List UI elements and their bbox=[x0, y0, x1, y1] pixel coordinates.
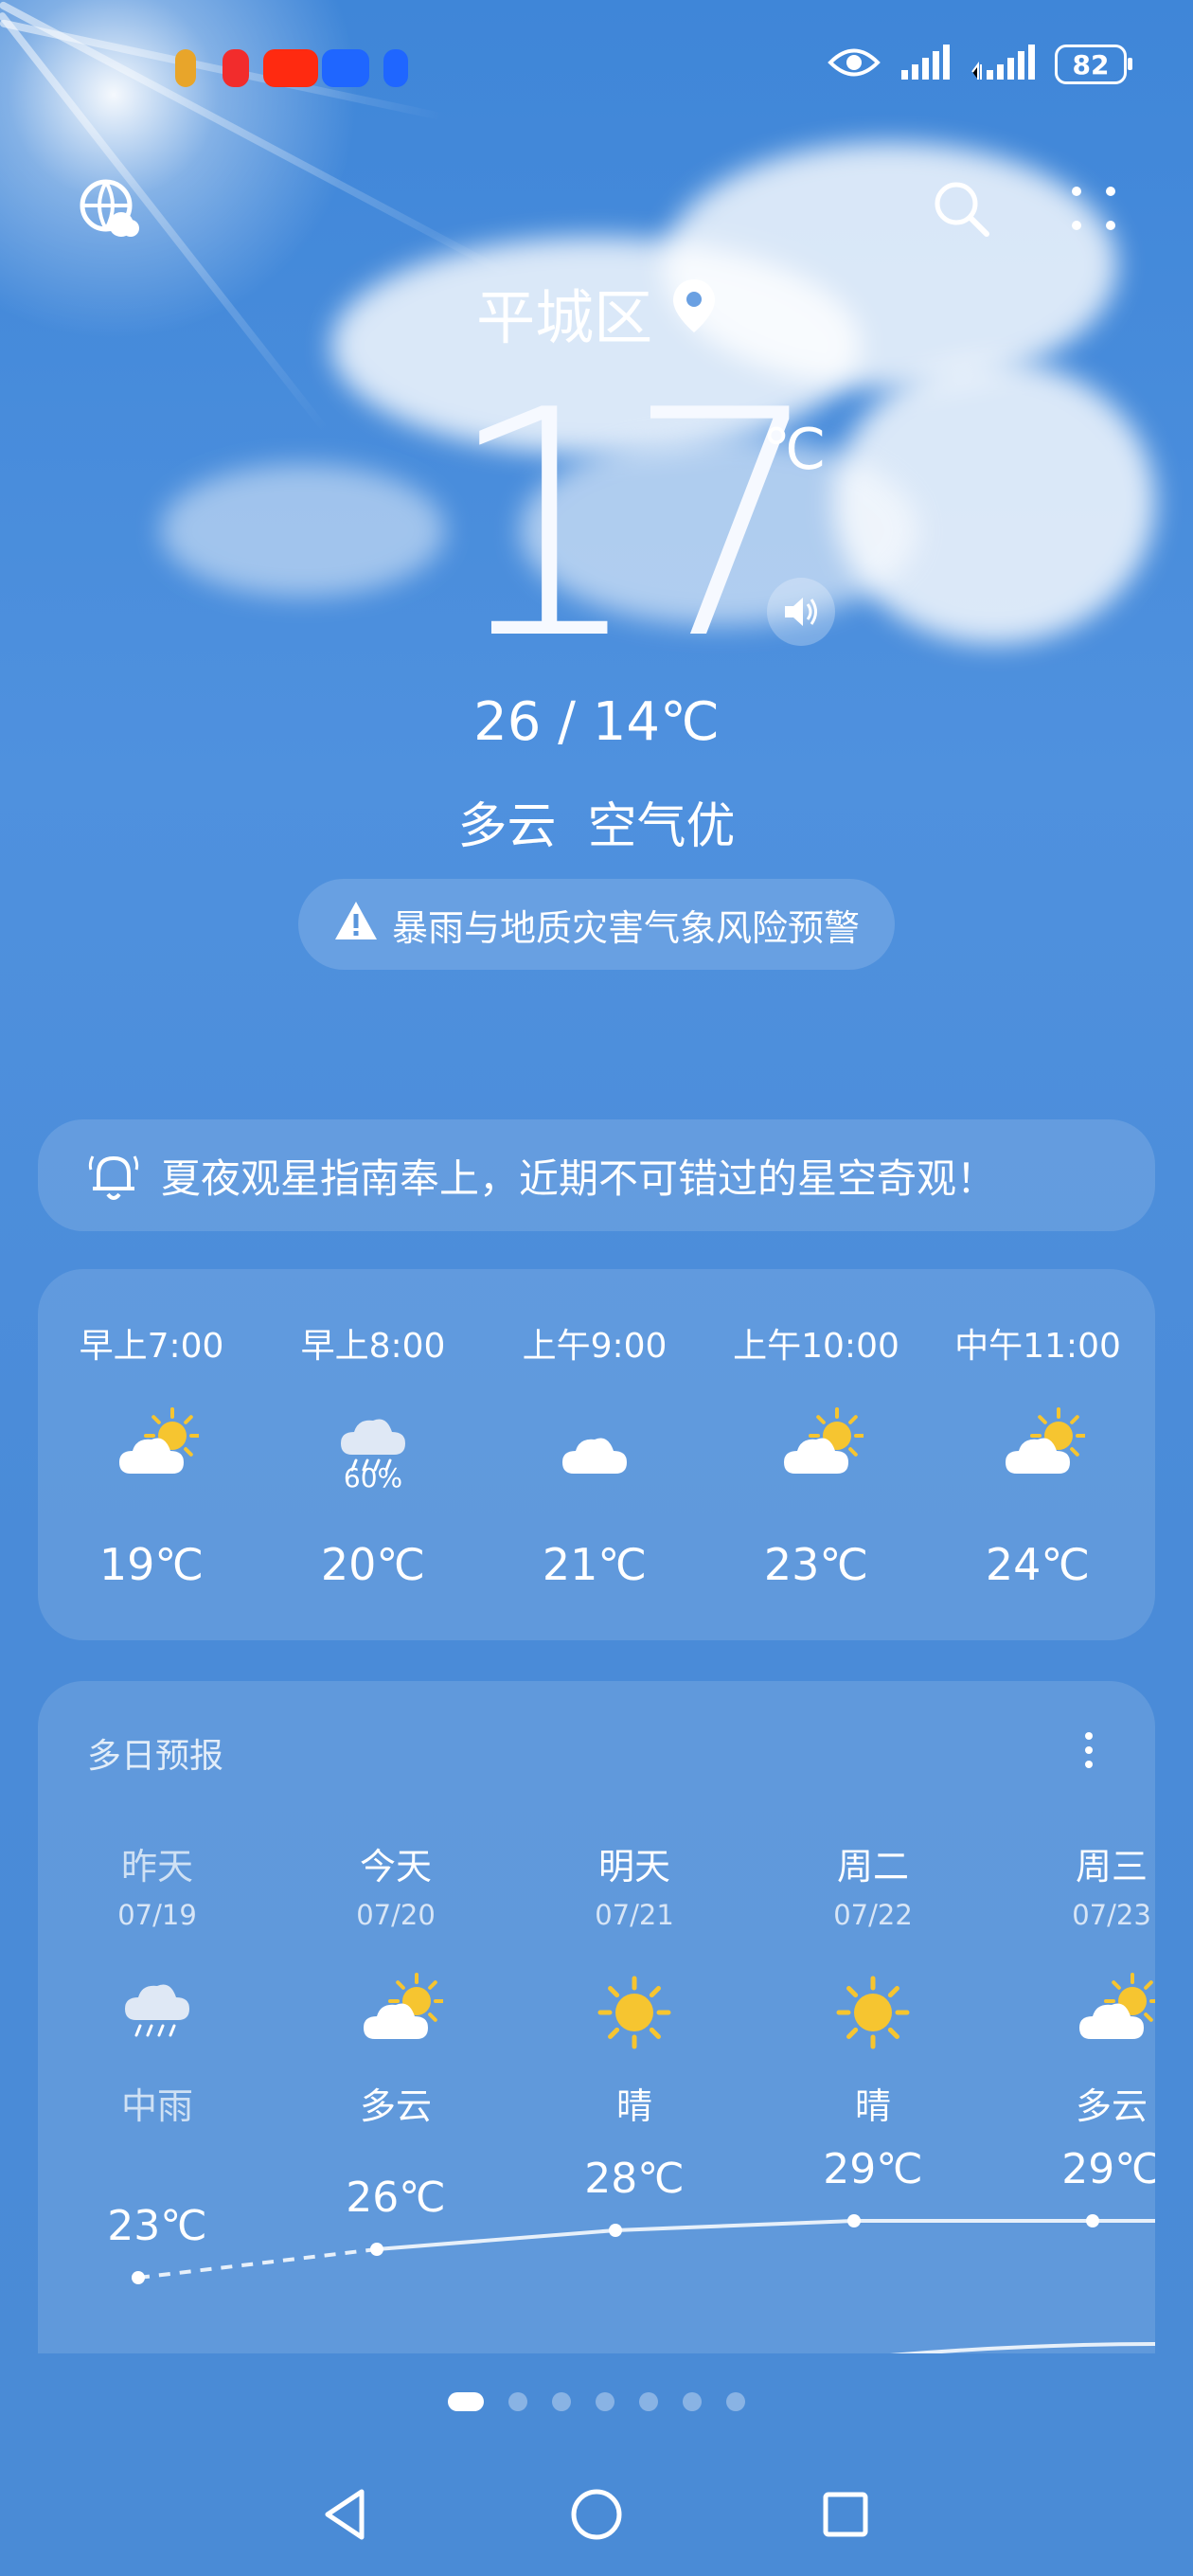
low-temp-trend-line bbox=[889, 2342, 1155, 2353]
daily-condition: 晴 bbox=[854, 2085, 891, 2127]
notification-icon bbox=[263, 49, 318, 87]
page-dot[interactable] bbox=[596, 2392, 614, 2411]
alert-text: 暴雨与地质灾害气象风险预警 bbox=[391, 906, 860, 949]
trend-point bbox=[1086, 2214, 1099, 2227]
hourly-item[interactable]: 早上7:00 19℃ bbox=[41, 1269, 262, 1640]
hourly-item[interactable]: 早上8:00 60% 20℃ bbox=[262, 1269, 484, 1640]
hourly-time: 早上8:00 bbox=[300, 1327, 446, 1366]
daily-condition: 多云 bbox=[359, 2085, 432, 2127]
daily-high-temp: 26℃ bbox=[346, 2174, 446, 2222]
news-card[interactable]: 夏夜观星指南奉上，近期不可错过的星空奇观！ bbox=[38, 1119, 1155, 1231]
daily-day-name: 今天 bbox=[359, 1846, 432, 1887]
sun-icon bbox=[826, 1965, 920, 2060]
hourly-forecast[interactable]: 早上7:00 19℃ 早上8:00 60% 20℃ 上午9:00 21℃ 上午10:00 23℃… bbox=[38, 1269, 1155, 1640]
daily-date: 07/23 bbox=[1072, 1899, 1151, 1931]
recents-icon[interactable] bbox=[803, 2472, 888, 2557]
home-icon[interactable] bbox=[554, 2472, 639, 2557]
hourly-temp: 20℃ bbox=[320, 1539, 426, 1590]
daily-condition: 多云 bbox=[1075, 2085, 1148, 2127]
daily-date: 07/21 bbox=[595, 1899, 674, 1931]
daily-date: 07/20 bbox=[356, 1899, 436, 1931]
trend-point bbox=[609, 2224, 622, 2237]
daily-day-name: 周二 bbox=[836, 1846, 909, 1887]
daily-high-temp: 29℃ bbox=[823, 2145, 923, 2193]
trend-segment bbox=[137, 2247, 378, 2280]
daily-date: 07/19 bbox=[117, 1899, 197, 1931]
rain-icon bbox=[110, 1965, 205, 2060]
hourly-time: 上午10:00 bbox=[733, 1327, 899, 1366]
news-text: 夏夜观星指南奉上，近期不可错过的星空奇观！ bbox=[161, 1154, 997, 1202]
temperature-unit: ℃ bbox=[762, 417, 827, 483]
page-dot[interactable] bbox=[552, 2392, 571, 2411]
trend-point bbox=[847, 2214, 861, 2227]
daily-day-name: 昨天 bbox=[120, 1846, 193, 1887]
trend-point bbox=[370, 2243, 383, 2256]
hourly-precip-chance: 60% bbox=[343, 1462, 403, 1494]
trend-segment bbox=[614, 2219, 855, 2232]
hourly-item[interactable]: 上午10:00 23℃ bbox=[705, 1269, 927, 1640]
daily-condition: 中雨 bbox=[120, 2085, 193, 2127]
sun-icon bbox=[587, 1965, 682, 2060]
notification-icon bbox=[383, 49, 408, 87]
partly-cloudy-icon bbox=[1064, 1965, 1155, 2060]
location-name: 平城区 bbox=[476, 283, 653, 352]
daily-forecast-title: 多日预报 bbox=[87, 1737, 224, 1776]
daily-day-name: 周三 bbox=[1075, 1846, 1148, 1887]
daily-high-temp: 29℃ bbox=[1061, 2145, 1155, 2193]
hourly-time: 中午11:00 bbox=[954, 1327, 1121, 1366]
page-dot[interactable] bbox=[508, 2392, 527, 2411]
search-icon[interactable] bbox=[928, 175, 994, 242]
weather-alert-pill[interactable]: 暴雨与地质灾害气象风险预警 bbox=[298, 879, 895, 970]
eye-comfort-icon bbox=[828, 46, 881, 82]
page-dot[interactable] bbox=[639, 2392, 658, 2411]
condition-aqi: 多云 空气优 bbox=[457, 798, 736, 855]
page-dot[interactable] bbox=[726, 2392, 745, 2411]
hourly-item[interactable]: 上午9:00 21℃ bbox=[484, 1269, 705, 1640]
more-options-icon[interactable] bbox=[1060, 175, 1127, 242]
trend-segment bbox=[376, 2228, 616, 2251]
speaker-icon[interactable] bbox=[767, 578, 835, 646]
page-indicator[interactable] bbox=[0, 2392, 1193, 2411]
temperature-range: 26 / 14℃ bbox=[473, 691, 720, 753]
hourly-item[interactable]: 中午11:00 24℃ bbox=[927, 1269, 1148, 1640]
daily-date: 07/22 bbox=[833, 1899, 913, 1931]
page-dot[interactable] bbox=[448, 2392, 484, 2411]
back-icon[interactable] bbox=[303, 2472, 388, 2557]
hourly-temp: 23℃ bbox=[763, 1539, 869, 1590]
trend-point bbox=[132, 2271, 145, 2284]
hourly-temp: 19℃ bbox=[98, 1539, 205, 1590]
status-bar: 82 bbox=[0, 0, 1193, 133]
navigation-bar bbox=[0, 2472, 1193, 2557]
location-pin-icon bbox=[671, 278, 717, 349]
hourly-time: 早上7:00 bbox=[79, 1327, 224, 1366]
signal-icon bbox=[899, 44, 951, 85]
daily-high-temp: 23℃ bbox=[107, 2202, 207, 2250]
notification-icon bbox=[322, 49, 369, 87]
partly-cloudy-icon bbox=[104, 1400, 201, 1494]
partly-cloudy-icon bbox=[348, 1965, 445, 2060]
notification-icon bbox=[223, 49, 249, 87]
daily-day-name: 明天 bbox=[597, 1846, 670, 1887]
daily-condition: 晴 bbox=[615, 2085, 652, 2127]
hourly-time: 上午9:00 bbox=[522, 1327, 668, 1366]
daily-forecast[interactable]: 多日预报 昨天 07/19 中雨 23℃ 今天 07/20 多云 26℃ 明天 07/21 晴 28℃… bbox=[38, 1681, 1155, 2353]
cloud-icon bbox=[547, 1400, 642, 1494]
current-temperature: 17 bbox=[445, 344, 824, 707]
globe-cloud-icon[interactable] bbox=[76, 175, 142, 242]
notification-icon bbox=[175, 49, 196, 87]
partly-cloudy-icon bbox=[769, 1400, 865, 1494]
signal-icon-2 bbox=[970, 44, 1036, 85]
location-title[interactable]: 平城区 bbox=[0, 270, 1193, 355]
battery-icon: 82 bbox=[1055, 45, 1132, 84]
partly-cloudy-icon bbox=[990, 1400, 1087, 1494]
page-dot[interactable] bbox=[683, 2392, 702, 2411]
bell-icon bbox=[85, 1147, 142, 1204]
daily-more-icon[interactable] bbox=[1079, 1726, 1098, 1774]
hourly-temp: 21℃ bbox=[542, 1539, 648, 1590]
warning-icon bbox=[333, 900, 379, 950]
daily-high-temp: 28℃ bbox=[584, 2155, 685, 2203]
hourly-temp: 24℃ bbox=[985, 1539, 1091, 1590]
